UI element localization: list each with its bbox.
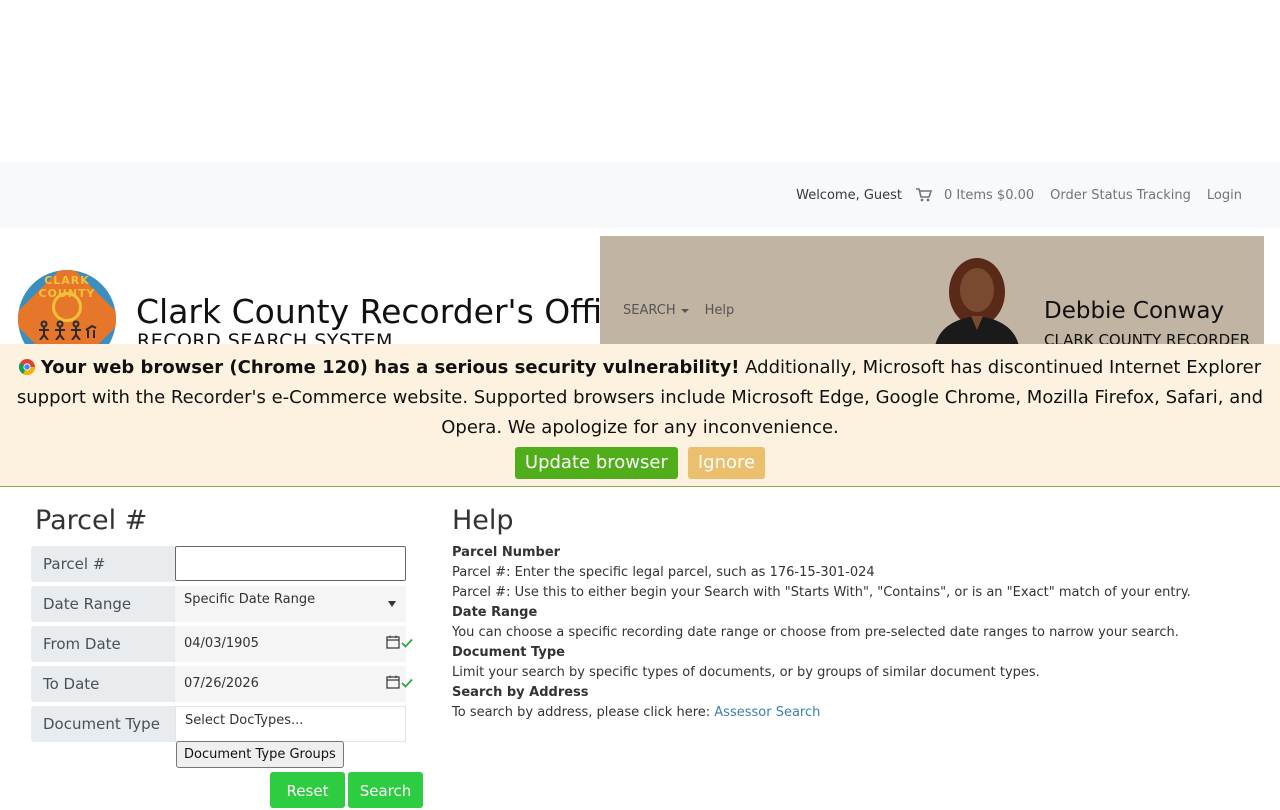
document-type-label: Document Type <box>31 706 175 742</box>
official-name: Debbie Conway <box>1044 298 1225 324</box>
caret-down-icon <box>680 308 689 313</box>
help-address-text: To search by address, please click here: <box>452 705 715 720</box>
help-date-line: You can choose a specific recording date… <box>452 625 1179 640</box>
from-date-row: From Date 04/03/1905 <box>31 626 413 662</box>
calendar-icon[interactable] <box>386 635 400 649</box>
help-parcel-line-2: Parcel #: Use this to either begin your … <box>452 585 1191 600</box>
date-range-select[interactable]: Specific Date Range <box>175 586 406 622</box>
help-date-heading: Date Range <box>452 605 538 620</box>
top-navbar: Welcome, Guest 0 Items $0.00 Order Statu… <box>0 162 1280 228</box>
to-date-value: 07/26/2026 <box>184 676 259 691</box>
to-date-input[interactable]: 07/26/2026 <box>175 666 413 702</box>
document-type-row: Document Type Select DocTypes... <box>31 706 406 742</box>
ignore-button[interactable]: Ignore <box>687 447 766 479</box>
help-address-heading: Search by Address <box>452 685 589 700</box>
chrome-icon <box>18 359 35 375</box>
site-header: CLARK COUNTY Clark County Recorder's Off… <box>0 236 1280 346</box>
help-doctype-heading: Document Type <box>452 645 565 660</box>
help-doctype-line: Limit your search by specific types of d… <box>452 665 1040 680</box>
header-banner: SEARCH Help Debbie Conway CLARK COUNTY R… <box>600 236 1264 346</box>
top-blank-area <box>0 0 1280 162</box>
clark-county-logo[interactable]: CLARK COUNTY <box>18 270 116 346</box>
parcel-row: Parcel # <box>31 546 406 582</box>
welcome-text: Welcome, Guest <box>796 187 903 203</box>
to-date-row: To Date 07/26/2026 <box>31 666 413 702</box>
help-parcel-line-1: Parcel #: Enter the specific legal parce… <box>452 565 875 580</box>
nav-search-dropdown[interactable]: SEARCH <box>623 303 689 318</box>
main-nav: SEARCH Help <box>623 303 750 318</box>
update-browser-button[interactable]: Update browser <box>514 447 678 479</box>
site-title: Clark County Recorder's Office <box>136 292 641 331</box>
logo-text: CLARK COUNTY <box>38 274 96 300</box>
to-date-label: To Date <box>31 666 175 702</box>
nav-help[interactable]: Help <box>705 303 735 318</box>
date-range-label: Date Range <box>31 586 175 622</box>
help-panel: Help Parcel Number Parcel #: Enter the s… <box>452 505 1252 723</box>
valid-check-icon <box>401 678 413 688</box>
search-button[interactable]: Search <box>348 772 423 808</box>
valid-check-icon <box>401 638 413 648</box>
parcel-label: Parcel # <box>31 546 175 582</box>
form-title: Parcel # <box>35 505 148 536</box>
recorder-portrait <box>935 258 1019 346</box>
order-status-link[interactable]: Order Status Tracking <box>1050 188 1191 203</box>
calendar-icon[interactable] <box>386 675 400 689</box>
people-figures-icon <box>39 320 97 340</box>
help-address-line: To search by address, please click here:… <box>452 703 1252 723</box>
date-range-value: Specific Date Range <box>184 592 316 607</box>
date-range-row: Date Range Specific Date Range <box>31 586 406 622</box>
nav-search-label: SEARCH <box>623 303 676 318</box>
alert-bold-text: Your web browser (Chrome 120) has a seri… <box>40 357 740 378</box>
from-date-value: 04/03/1905 <box>184 636 259 651</box>
document-type-placeholder: Select DocTypes... <box>185 713 304 728</box>
login-link[interactable]: Login <box>1207 188 1242 203</box>
document-type-select[interactable]: Select DocTypes... <box>175 706 406 742</box>
from-date-label: From Date <box>31 626 175 662</box>
help-title: Help <box>452 505 514 536</box>
browser-warning-alert: Your web browser (Chrome 120) has a seri… <box>0 344 1280 487</box>
help-parcel-heading: Parcel Number <box>452 545 561 560</box>
cart-link[interactable]: 0 Items $0.00 <box>916 188 1034 203</box>
cart-icon <box>916 188 933 202</box>
reset-button[interactable]: Reset <box>270 772 345 808</box>
assessor-search-link[interactable]: Assessor Search <box>714 705 820 720</box>
parcel-input[interactable] <box>175 546 406 581</box>
document-type-groups-button[interactable]: Document Type Groups <box>176 741 344 768</box>
cart-summary: 0 Items $0.00 <box>944 187 1035 203</box>
from-date-input[interactable]: 04/03/1905 <box>175 626 413 662</box>
select-caret-icon <box>388 601 396 607</box>
